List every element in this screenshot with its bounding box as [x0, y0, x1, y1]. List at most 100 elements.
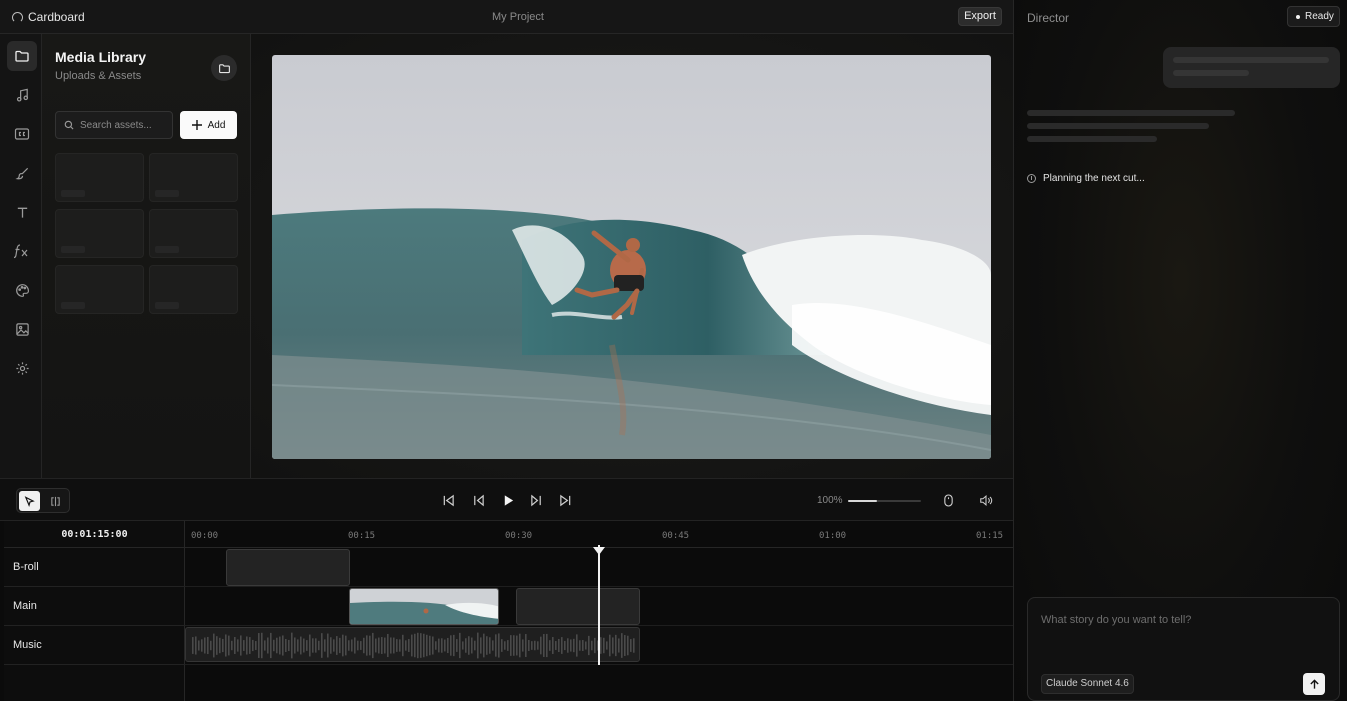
waveform-bar — [588, 635, 590, 656]
tool-rail — [0, 34, 42, 478]
step-forward-button[interactable] — [528, 492, 544, 508]
playhead[interactable] — [598, 545, 600, 665]
track-label-music[interactable]: Music — [4, 626, 185, 665]
split-tool-button[interactable] — [45, 491, 66, 511]
open-folder-button[interactable] — [211, 55, 237, 81]
waveform-bar — [507, 640, 509, 651]
asset-card[interactable] — [149, 209, 238, 258]
rail-image-button[interactable] — [7, 314, 37, 344]
rail-media-button[interactable] — [7, 41, 37, 71]
waveform-bar — [399, 639, 401, 652]
play-icon — [504, 494, 513, 506]
waveform-bar — [603, 637, 605, 654]
search-input[interactable] — [80, 119, 165, 131]
step-back-button[interactable] — [470, 492, 486, 508]
waveform-bar — [465, 638, 467, 653]
waveform-bar — [525, 634, 527, 657]
volume-button[interactable] — [978, 492, 994, 508]
folder-icon — [218, 63, 230, 73]
transport-bar: 100% — [0, 478, 1013, 521]
skip-to-start-button[interactable] — [440, 492, 456, 508]
model-selector[interactable]: Claude Sonnet 4.6 — [1041, 674, 1134, 694]
waveform-bar — [510, 635, 512, 656]
asset-search[interactable] — [55, 111, 173, 139]
waveform-bar — [519, 633, 521, 658]
skip-forward-icon — [559, 494, 570, 506]
timeline-clip[interactable] — [516, 588, 640, 625]
send-button[interactable] — [1303, 673, 1325, 695]
waveform-bar — [255, 641, 257, 650]
waveform-bar — [402, 634, 404, 657]
skip-to-end-button[interactable] — [557, 492, 573, 508]
rail-brush-button[interactable] — [7, 158, 37, 188]
waveform-bar — [207, 636, 209, 655]
zoom-slider[interactable] — [848, 500, 921, 502]
export-button[interactable]: Export — [958, 7, 1002, 26]
waveform-bar — [489, 637, 491, 654]
waveform-bar — [315, 638, 317, 653]
waveform-bar — [579, 640, 581, 651]
waveform-bar — [348, 640, 350, 651]
waveform-bar — [522, 639, 524, 652]
asset-card[interactable] — [55, 209, 144, 258]
rail-palette-button[interactable] — [7, 275, 37, 305]
waveform-bar — [450, 635, 452, 656]
asset-card[interactable] — [149, 153, 238, 202]
waveform-bar — [390, 637, 392, 654]
waveform-bar — [414, 633, 416, 658]
skeleton-line — [1027, 110, 1235, 116]
track-label-broll[interactable]: B-roll — [4, 548, 185, 587]
track-label-main[interactable]: Main — [4, 587, 185, 626]
waveform-bar — [558, 638, 560, 653]
waveform-bar — [567, 638, 569, 653]
status-badge: Ready — [1287, 6, 1340, 27]
waveform-bar — [342, 634, 344, 657]
asset-tag — [155, 246, 179, 253]
asset-tag — [61, 302, 85, 309]
timeline-clip-video[interactable] — [349, 588, 499, 625]
prompt-input[interactable] — [1041, 612, 1321, 628]
waveform-bar — [354, 637, 356, 654]
waveform-bar — [630, 639, 632, 652]
waveform-bar — [585, 641, 587, 650]
arrow-up-icon — [1309, 678, 1319, 689]
waveform-bar — [297, 639, 299, 652]
rail-settings-button[interactable] — [7, 353, 37, 383]
scroll-mode-button[interactable] — [940, 492, 956, 508]
palette-icon — [15, 283, 29, 297]
asset-tag — [61, 246, 85, 253]
skeleton-line — [1173, 57, 1329, 63]
director-title: Director — [1027, 11, 1070, 25]
timeline-clip-audio[interactable] — [185, 627, 640, 662]
waveform-bar — [339, 637, 341, 654]
user-message-bubble — [1163, 47, 1340, 88]
select-tool-button[interactable] — [19, 491, 40, 511]
waveform-bar — [330, 637, 332, 654]
video-preview[interactable] — [272, 55, 991, 459]
asset-card[interactable] — [55, 153, 144, 202]
waveform-bar — [195, 636, 197, 655]
asset-card[interactable] — [55, 265, 144, 314]
waveform-bar — [477, 632, 479, 659]
waveform-bar — [561, 637, 563, 654]
rail-audio-button[interactable] — [7, 80, 37, 110]
add-asset-button[interactable]: Add — [180, 111, 237, 139]
waveform-bar — [480, 637, 482, 654]
waveform-bar — [336, 636, 338, 655]
waveform-bar — [570, 639, 572, 652]
waveform-bar — [306, 640, 308, 651]
waveform-bar — [582, 640, 584, 651]
rail-effects-button[interactable] — [7, 236, 37, 266]
waveform-bar — [633, 638, 635, 653]
waveform-bar — [552, 637, 554, 654]
thinking-icon — [1027, 174, 1036, 183]
waveform-bar — [216, 636, 218, 655]
play-button[interactable] — [500, 492, 516, 508]
timeline-clip[interactable] — [226, 549, 350, 586]
rail-captions-button[interactable] — [7, 119, 37, 149]
rail-text-button[interactable] — [7, 197, 37, 227]
waveform-bar — [453, 634, 455, 657]
project-title[interactable]: My Project — [0, 11, 1036, 23]
asset-card[interactable] — [149, 265, 238, 314]
time-ruler[interactable]: 00:00 00:15 00:30 00:45 01:00 01:15 — [185, 521, 1013, 548]
